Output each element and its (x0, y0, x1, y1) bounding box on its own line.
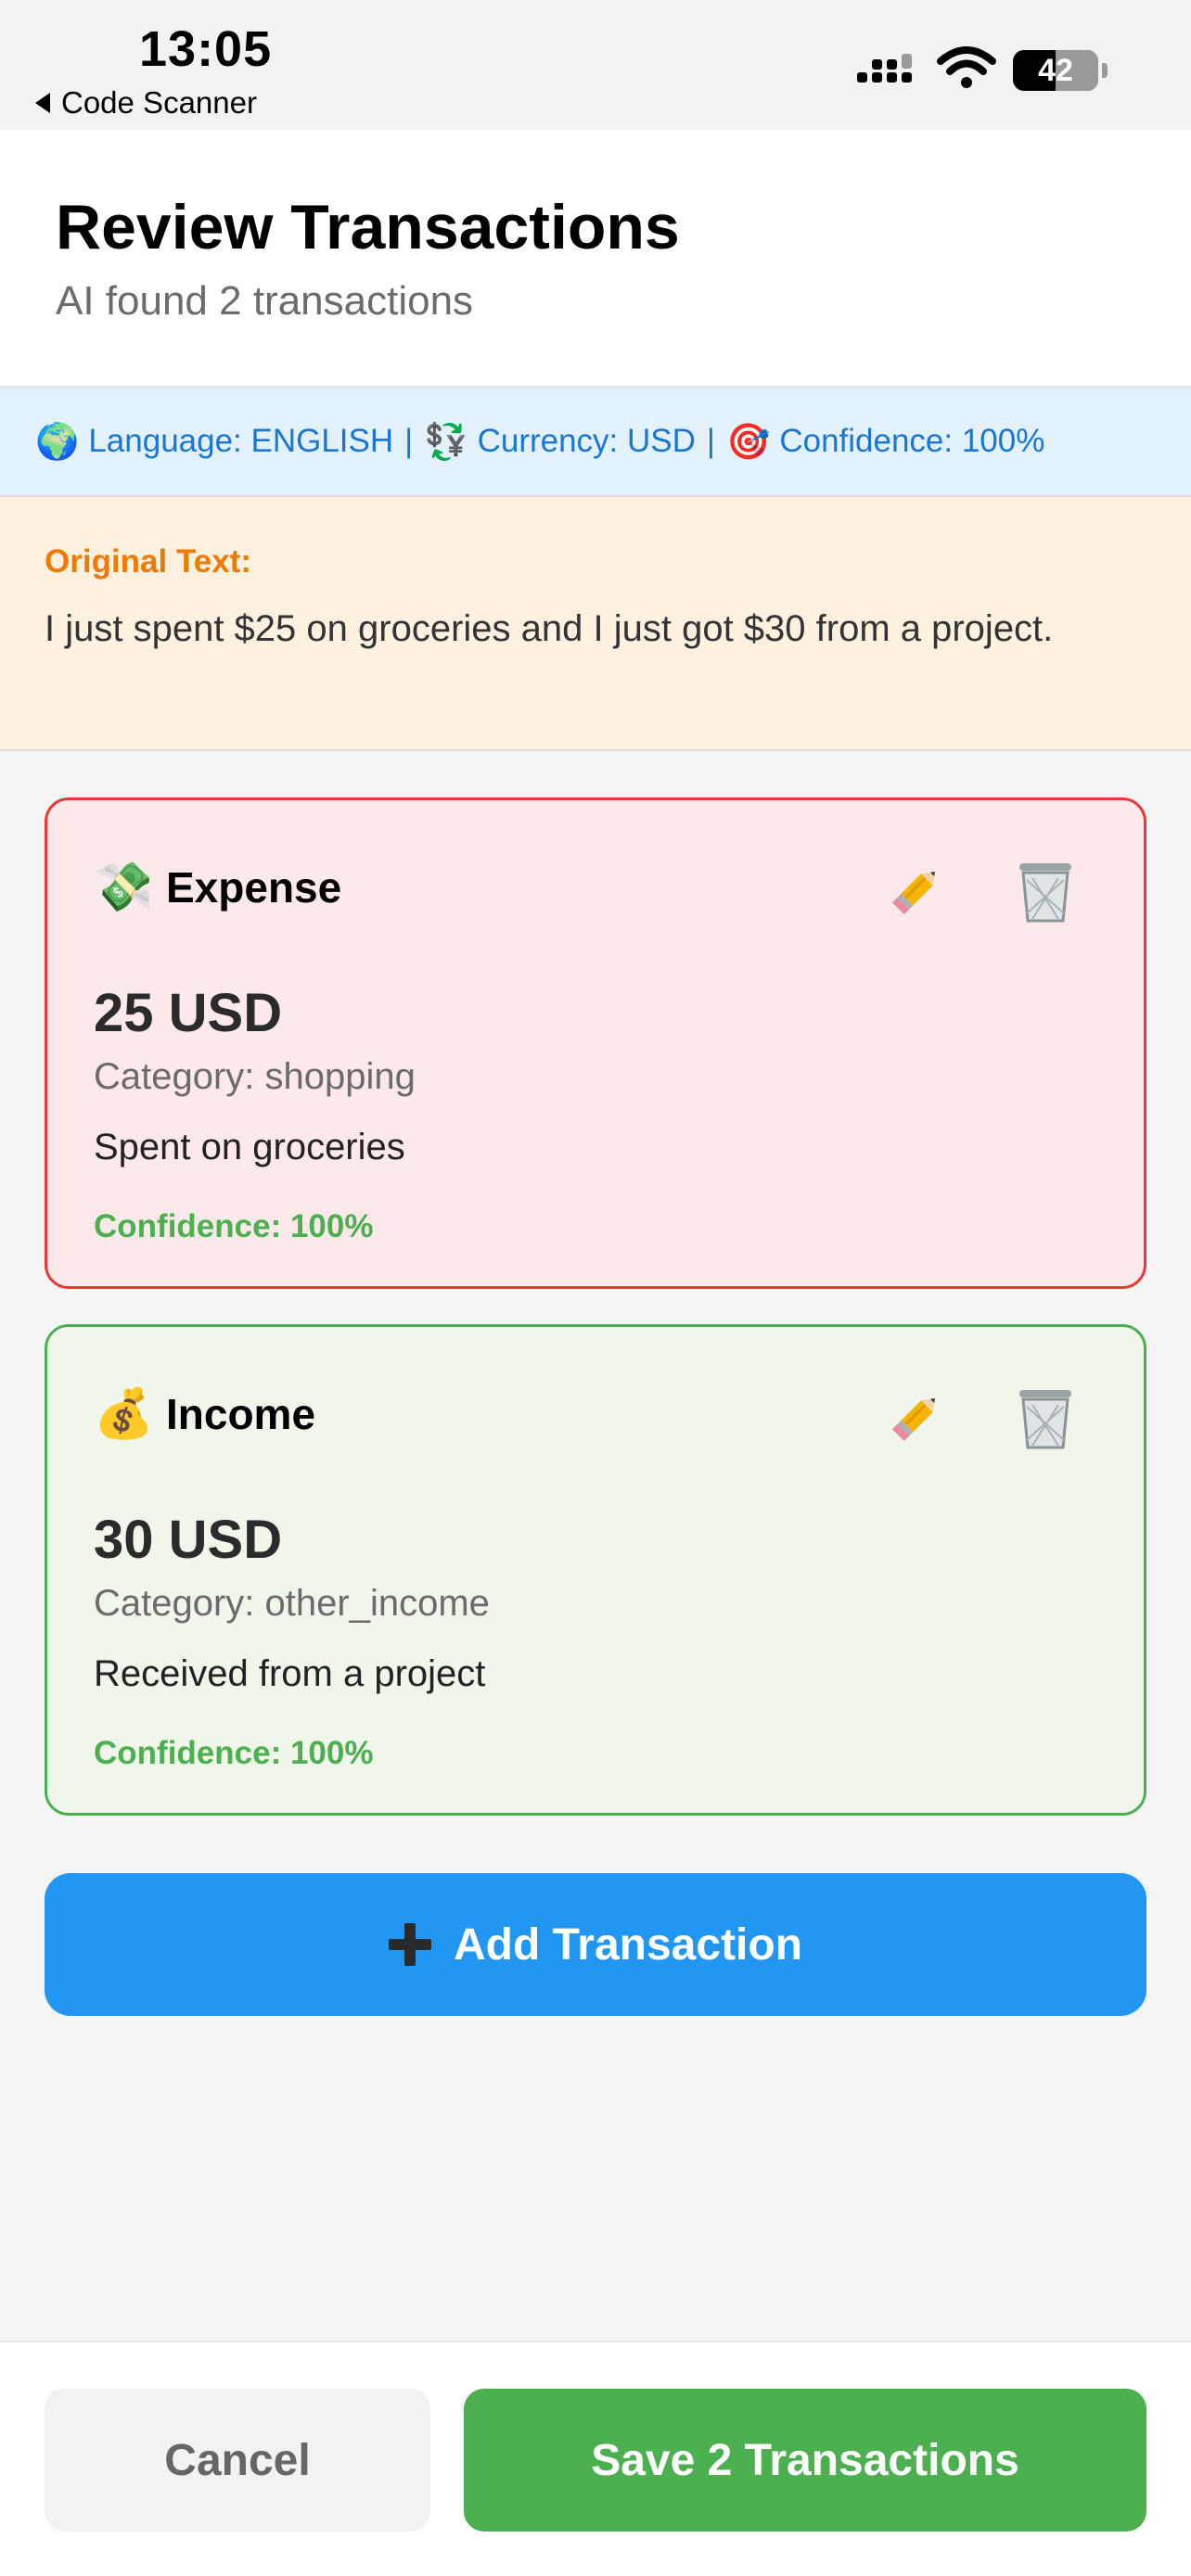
back-app-label: Code Scanner (61, 85, 257, 120)
separator: | (706, 423, 715, 459)
save-transactions-button[interactable]: Save 2 Transactions (464, 2389, 1146, 2531)
target-icon: 🎯 (726, 420, 771, 462)
transaction-card-income[interactable]: 💰 Income 30 USD Category: other_income R… (45, 1324, 1146, 1816)
cancel-button[interactable]: Cancel (45, 2389, 430, 2531)
detected-language: Language: ENGLISH (88, 423, 394, 459)
plus-icon (388, 1923, 431, 1966)
page-subtitle: AI found 2 transactions (56, 278, 474, 324)
screen: 13:05 Code Scanner 42 Review Transaction… (0, 0, 1191, 2576)
cellular-signal-icon (857, 54, 912, 83)
battery-nub (1102, 63, 1108, 78)
pencil-icon[interactable] (882, 860, 947, 925)
transaction-amount: 30 USD (94, 1510, 283, 1570)
footer-actions: Cancel Save 2 Transactions (0, 2340, 1191, 2576)
separator: | (404, 423, 414, 459)
detected-confidence: Confidence: 100% (779, 423, 1045, 459)
status-time: 13:05 (139, 21, 273, 77)
detection-banner: 🌍 Language: ENGLISH | 💱 Currency: USD | … (0, 388, 1191, 497)
money-with-wings-icon: 💸 (94, 860, 154, 915)
trash-can-icon[interactable] (1014, 860, 1077, 925)
wifi-icon (937, 46, 996, 88)
money-bag-icon: 💰 (94, 1386, 154, 1442)
transaction-category: Category: shopping (94, 1056, 416, 1097)
transaction-type: Income (166, 1390, 316, 1438)
back-to-app-button[interactable]: Code Scanner (35, 85, 257, 121)
globe-icon: 🌍 (35, 420, 80, 462)
card-header: 💸 Expense (94, 860, 341, 915)
add-transaction-button[interactable]: Add Transaction (45, 1873, 1146, 2016)
original-text: I just spent $25 on groceries and I just… (45, 608, 1054, 649)
status-bar: 13:05 Code Scanner 42 (0, 0, 1191, 130)
detected-currency: Currency: USD (477, 423, 696, 459)
battery-level: 42 (1038, 53, 1073, 88)
back-arrow-icon (35, 93, 50, 113)
transaction-description: Received from a project (94, 1653, 486, 1694)
transaction-confidence: Confidence: 100% (94, 1735, 374, 1771)
transaction-confidence: Confidence: 100% (94, 1208, 374, 1244)
transaction-card-expense[interactable]: 💸 Expense 25 USD Category: shopping Spen… (45, 797, 1146, 1289)
trash-can-icon[interactable] (1014, 1386, 1077, 1451)
pencil-icon[interactable] (882, 1386, 947, 1451)
transaction-amount: 25 USD (94, 983, 283, 1043)
add-transaction-label: Add Transaction (453, 1919, 803, 1970)
transaction-type: Expense (166, 863, 342, 912)
currency-exchange-icon: 💱 (424, 420, 468, 462)
original-text-panel: Original Text: I just spent $25 on groce… (0, 497, 1191, 751)
battery-icon: 42 (1013, 50, 1098, 91)
transaction-description: Spent on groceries (94, 1127, 405, 1167)
header: Review Transactions AI found 2 transacti… (0, 130, 1191, 388)
card-header: 💰 Income (94, 1386, 315, 1442)
page-title: Review Transactions (56, 192, 680, 262)
original-text-label: Original Text: (45, 543, 251, 580)
transaction-category: Category: other_income (94, 1583, 490, 1624)
